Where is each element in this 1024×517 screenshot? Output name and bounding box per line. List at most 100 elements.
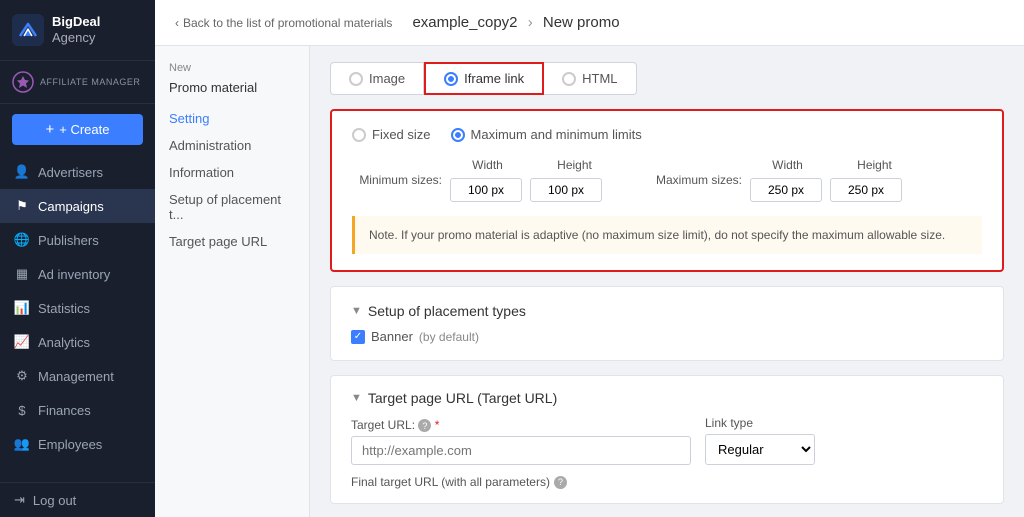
back-arrow-icon: ‹	[175, 16, 179, 30]
sidebar-item-analytics[interactable]: 📈 Analytics	[0, 325, 155, 359]
topbar: ‹ Back to the list of promotional materi…	[155, 0, 1024, 46]
page-content: Image Iframe link HTML Fixed size	[310, 46, 1024, 517]
max-inputs	[750, 178, 912, 202]
fixed-size-option[interactable]: Fixed size	[352, 127, 431, 142]
target-url-card: ▼ Target page URL (Target URL) Target UR…	[330, 375, 1004, 504]
min-inputs	[450, 178, 612, 202]
sidebar: BigDeal Agency AFFILIATE MANAGER + + Cre…	[0, 0, 155, 517]
settings-icon: ⚙	[14, 368, 30, 384]
target-url-info-icon: ?	[418, 419, 431, 432]
size-settings-card: Fixed size Maximum and minimum limits Mi…	[330, 109, 1004, 272]
link-type-label: Link type	[705, 416, 815, 430]
sidebar-item-statistics[interactable]: 📊 Statistics	[0, 291, 155, 325]
link-type-select[interactable]: Regular Direct Popup	[705, 434, 815, 465]
flag-icon: ⚑	[14, 198, 30, 214]
width-col-header: Width	[450, 158, 525, 172]
final-url-info-icon: ?	[554, 476, 567, 489]
target-url-header[interactable]: ▼ Target page URL (Target URL)	[351, 390, 983, 406]
max-size-cols: Width Height	[750, 158, 912, 202]
content-wrap: New Promo material Setting Administratio…	[155, 46, 1024, 517]
sidebar-item-campaigns[interactable]: ⚑ Campaigns	[0, 189, 155, 223]
banner-checkbox-row: Banner (by default)	[351, 329, 983, 344]
size-inputs-row: Minimum sizes: Width Height	[352, 158, 982, 202]
radio-max-min	[451, 128, 465, 142]
sidebar-item-finances[interactable]: $ Finances	[0, 393, 155, 427]
target-url-label: Target URL: ? *	[351, 418, 691, 433]
tab-html[interactable]: HTML	[544, 62, 636, 95]
max-height-input[interactable]	[830, 178, 902, 202]
final-url-label: Final target URL (with all parameters) ?	[351, 475, 983, 489]
target-url-field-group: Target URL: ? *	[351, 418, 691, 466]
note-box: Note. If your promo material is adaptive…	[352, 216, 982, 254]
sub-sidebar: New Promo material Setting Administratio…	[155, 46, 310, 517]
tab-iframe-link[interactable]: Iframe link	[424, 62, 544, 95]
min-header-row: Width Height	[450, 158, 612, 172]
affiliate-label: AFFILIATE MANAGER	[40, 77, 140, 87]
grid-icon: ▦	[14, 266, 30, 282]
main-area: ‹ Back to the list of promotional materi…	[155, 0, 1024, 517]
banner-checkbox[interactable]	[351, 330, 365, 344]
radio-iframe	[444, 72, 458, 86]
width-col-header2: Width	[750, 158, 825, 172]
sub-sidebar-promo-label: Promo material	[155, 78, 309, 105]
sub-nav-setting[interactable]: Setting	[155, 105, 309, 132]
sidebar-item-employees[interactable]: 👥 Employees	[0, 427, 155, 461]
breadcrumb-part1: example_copy2	[412, 14, 517, 31]
link-type-field-group: Link type Regular Direct Popup	[705, 416, 815, 465]
logo: BigDeal Agency	[0, 0, 155, 61]
height-col-header2: Height	[837, 158, 912, 172]
chevron-down-icon: ▼	[351, 305, 362, 317]
required-star: *	[435, 418, 440, 432]
back-link[interactable]: ‹ Back to the list of promotional materi…	[175, 16, 392, 30]
affiliate-badge: AFFILIATE MANAGER	[0, 61, 155, 104]
bar-chart-icon: 📊	[14, 300, 30, 316]
radio-html	[562, 72, 576, 86]
breadcrumb: example_copy2 › New promo	[412, 14, 619, 31]
breadcrumb-part2: New promo	[543, 14, 620, 31]
min-height-input[interactable]	[530, 178, 602, 202]
sub-nav-information[interactable]: Information	[155, 159, 309, 186]
sub-nav-target-url[interactable]: Target page URL	[155, 228, 309, 255]
max-size-group: Maximum sizes: Width Height	[652, 158, 912, 202]
sub-nav-setup-placement[interactable]: Setup of placement t...	[155, 186, 309, 228]
people-icon: 👥	[14, 436, 30, 452]
min-width-input[interactable]	[450, 178, 522, 202]
min-size-cols: Width Height	[450, 158, 612, 202]
sub-nav-administration[interactable]: Administration	[155, 132, 309, 159]
affiliate-icon	[12, 71, 34, 93]
max-width-input[interactable]	[750, 178, 822, 202]
sidebar-item-advertisers[interactable]: 👤 Advertisers	[0, 155, 155, 189]
tabs-container: Image Iframe link HTML	[330, 62, 1004, 95]
placement-card: ▼ Setup of placement types Banner (by de…	[330, 286, 1004, 361]
max-sizes-label: Maximum sizes:	[652, 173, 742, 187]
sub-sidebar-new-label: New	[155, 58, 309, 78]
dollar-icon: $	[14, 402, 30, 418]
chart-icon: 📈	[14, 334, 30, 350]
tab-image[interactable]: Image	[330, 62, 424, 95]
target-url-input[interactable]	[351, 436, 691, 465]
logo-icon	[12, 14, 44, 46]
logout-button[interactable]: ⇥ Log out	[0, 482, 155, 517]
plus-icon: +	[46, 121, 55, 138]
logout-icon: ⇥	[14, 492, 25, 508]
create-button[interactable]: + + Create	[12, 114, 143, 145]
height-col-header: Height	[537, 158, 612, 172]
chevron-down-icon-url: ▼	[351, 392, 362, 404]
url-input-row: Target URL: ? * Link type Regular Direct…	[351, 416, 983, 465]
min-sizes-label: Minimum sizes:	[352, 173, 442, 187]
person-icon: 👤	[14, 164, 30, 180]
breadcrumb-separator: ›	[528, 14, 537, 31]
globe-icon: 🌐	[14, 232, 30, 248]
max-min-option[interactable]: Maximum and minimum limits	[451, 127, 642, 142]
max-header-row: Width Height	[750, 158, 912, 172]
placement-header[interactable]: ▼ Setup of placement types	[351, 303, 983, 319]
radio-fixed-size	[352, 128, 366, 142]
by-default-label: (by default)	[419, 330, 479, 344]
sidebar-item-publishers[interactable]: 🌐 Publishers	[0, 223, 155, 257]
sidebar-item-management[interactable]: ⚙ Management	[0, 359, 155, 393]
logo-text: BigDeal Agency	[52, 14, 100, 45]
size-options: Fixed size Maximum and minimum limits	[352, 127, 982, 142]
sidebar-item-ad-inventory[interactable]: ▦ Ad inventory	[0, 257, 155, 291]
radio-image	[349, 72, 363, 86]
min-size-group: Minimum sizes: Width Height	[352, 158, 612, 202]
